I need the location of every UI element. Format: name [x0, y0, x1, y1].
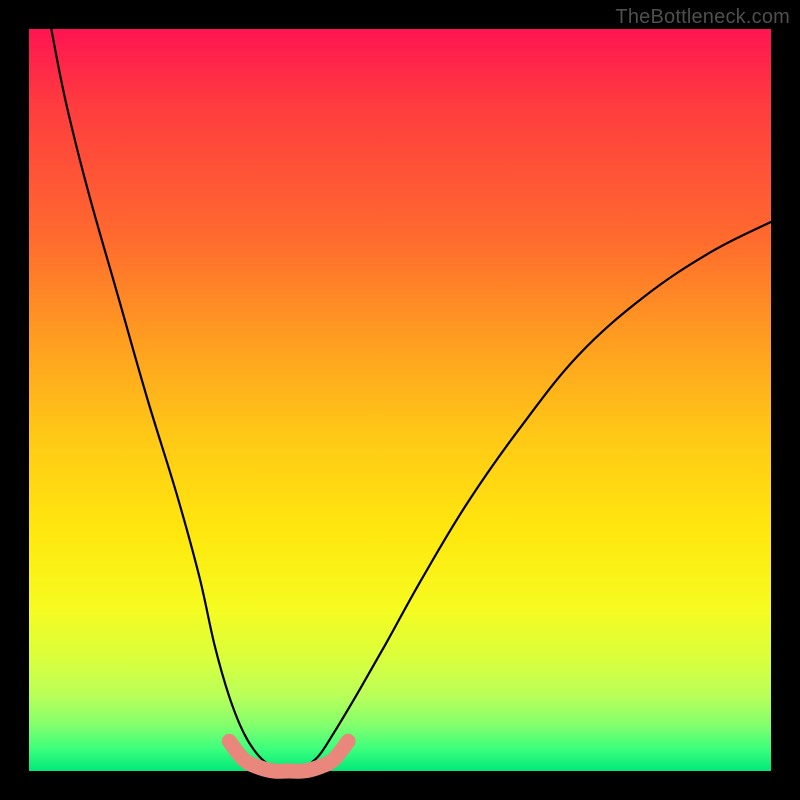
bottleneck-curve — [51, 29, 771, 771]
watermark-text: TheBottleneck.com — [615, 6, 790, 29]
curve-layer — [29, 29, 771, 771]
marker-band — [229, 741, 348, 771]
chart-frame: TheBottleneck.com — [0, 0, 800, 800]
plot-area — [29, 29, 771, 771]
